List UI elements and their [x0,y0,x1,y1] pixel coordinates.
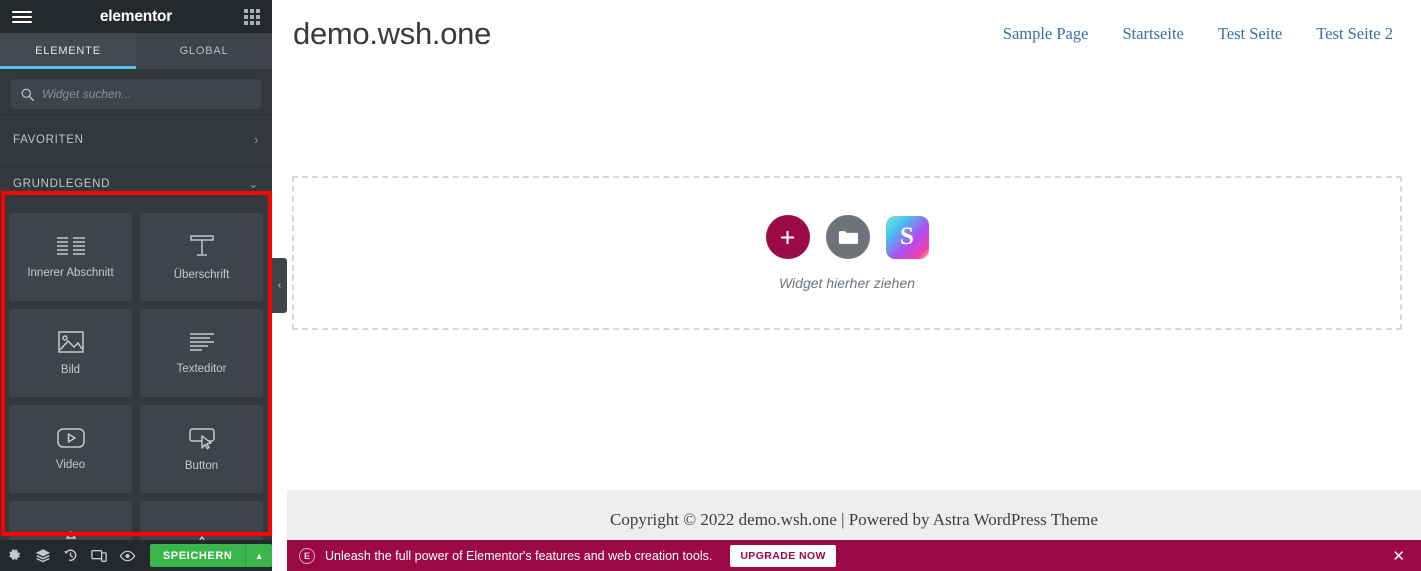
upgrade-now-button[interactable]: UPGRADE NOW [730,544,836,567]
widget-label: Texteditor [176,363,227,375]
nav-link-test-seite-2[interactable]: Test Seite 2 [1316,24,1393,44]
add-section-button[interactable] [765,215,810,259]
nav-link-test-seite[interactable]: Test Seite [1218,24,1282,44]
nav-link-sample-page[interactable]: Sample Page [1003,24,1089,44]
widget-spacer[interactable] [140,501,263,540]
panel-footer-bar: SPEICHERN ▲ [0,540,272,571]
video-icon [56,428,85,448]
tab-global[interactable]: GLOBAL [136,33,272,69]
navigator-layers-icon[interactable] [28,540,56,571]
elementor-editor: elementor ELEMENTE GLOBAL Widget suchen.… [0,0,1421,571]
history-icon[interactable] [57,540,85,571]
tab-elemente[interactable]: ELEMENTE [0,33,136,69]
elementor-logo: elementor [99,7,173,25]
widget-button[interactable]: Button [140,405,263,493]
panel-body: FAVORITEN › GRUNDLEGEND ⌄ [0,69,272,540]
search-icon [21,88,34,101]
template-glyph: S [900,223,914,250]
elementor-panel: elementor ELEMENTE GLOBAL Widget suchen.… [0,0,272,540]
category-favoriten[interactable]: FAVORITEN › [0,117,272,161]
widget-image[interactable]: Bild [9,309,132,397]
promo-text: Unleash the full power of Elementor's fe… [325,548,713,563]
site-navigation: Sample Page Startseite Test Seite Test S… [1003,24,1405,44]
spacer-icon [189,533,214,540]
widget-divider[interactable] [9,501,132,540]
search-input[interactable] [42,87,251,101]
button-icon [188,428,215,450]
settings-gear-icon[interactable] [0,540,28,571]
category-grundlegend[interactable]: GRUNDLEGEND ⌄ [0,161,272,205]
widget-label: Button [184,460,219,472]
widget-label: Innerer Abschnitt [27,267,114,279]
inner-section-icon [56,237,85,255]
preview-eye-icon[interactable] [114,540,142,571]
widget-video[interactable]: Video [9,405,132,493]
widget-heading[interactable]: Überschrift [140,213,263,301]
panel-collapse-handle[interactable]: ‹ [272,258,287,313]
widget-label: Überschrift [173,269,230,281]
grid-icon[interactable] [244,8,260,25]
site-preview: demo.wsh.one Sample Page Startseite Test… [287,0,1421,571]
category-grundlegend-label: GRUNDLEGEND [13,177,111,190]
image-icon [57,331,84,353]
dropzone-text: Widget hierher ziehen [778,275,916,291]
search-widgets-wrap [0,69,272,117]
heading-icon [189,235,214,256]
template-library-icon[interactable]: S [885,215,929,259]
search-box[interactable] [11,79,261,109]
site-title: demo.wsh.one [293,16,492,51]
save-button[interactable]: SPEICHERN [149,544,246,567]
save-options-arrow-icon[interactable]: ▲ [245,544,272,567]
chevron-down-icon: ⌄ [248,176,259,191]
elementor-badge-icon: E [299,547,315,564]
site-header: demo.wsh.one Sample Page Startseite Test… [287,0,1421,68]
widget-label: Video [55,459,86,471]
widget-dropzone[interactable]: S Widget hierher ziehen [292,176,1402,330]
editor-canvas: S Widget hierher ziehen [287,68,1421,490]
responsive-mode-icon[interactable] [85,540,113,571]
widget-inner-section[interactable]: Innerer Abschnitt [9,213,132,301]
category-favoriten-label: FAVORITEN [13,133,84,146]
chevron-right-icon: › [254,132,259,147]
dropzone-actions: S [765,215,929,259]
panel-tabs: ELEMENTE GLOBAL [0,33,272,69]
widget-text-editor[interactable]: Texteditor [140,309,263,397]
panel-header: elementor [0,0,272,33]
template-library-button[interactable] [825,215,870,259]
divider-icon [65,530,76,539]
text-editor-icon [189,333,214,351]
plus-icon [780,230,795,244]
widget-label: Bild [60,364,81,376]
upgrade-promo-bar: E Unleash the full power of Elementor's … [287,540,1421,571]
nav-link-startseite[interactable]: Startseite [1122,24,1183,44]
folder-icon [838,231,858,244]
close-icon[interactable]: ✕ [1386,547,1411,565]
widget-grid: Innerer Abschnitt Überschrift Bild Texte… [0,205,272,540]
hamburger-icon[interactable] [12,10,32,23]
